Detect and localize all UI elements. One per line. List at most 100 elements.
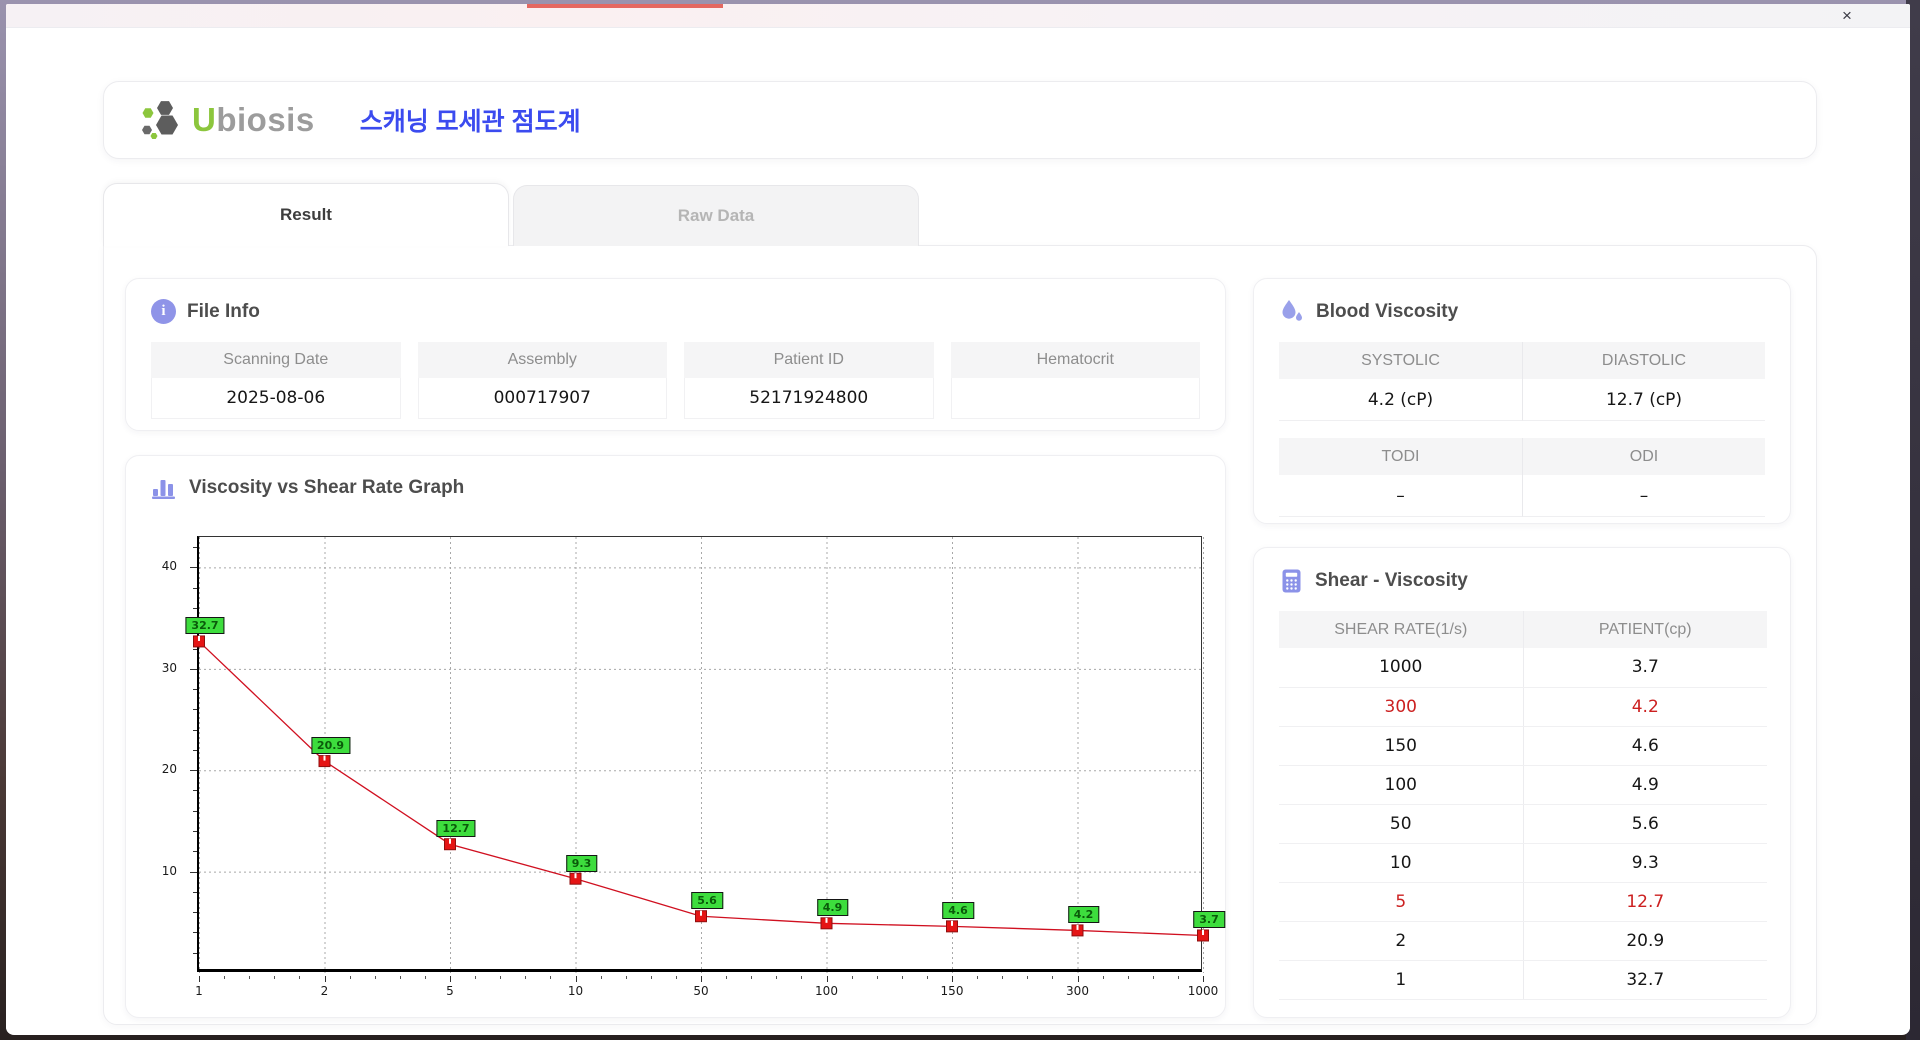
y-axis-tick-label: 20	[161, 762, 177, 777]
x-axis-minor-tick	[926, 976, 928, 979]
info-icon: i	[151, 299, 176, 324]
calculator-icon	[1282, 569, 1301, 593]
x-axis-major-tick	[826, 976, 828, 982]
patient-viscosity-cell: 12.7	[1522, 882, 1767, 922]
y-axis-minor-tick	[193, 607, 197, 609]
x-axis-tick-label: 50	[693, 984, 709, 998]
patient-viscosity-cell: 32.7	[1522, 960, 1767, 1000]
x-axis-major-tick	[324, 976, 326, 982]
table-row: 300 4.2	[1279, 687, 1767, 727]
x-axis-minor-tick	[901, 976, 903, 979]
x-axis-minor-tick	[1002, 976, 1004, 979]
app-window: × Ubiosis 스캐닝 모세관 점도계 Result Raw Data i …	[6, 4, 1910, 1035]
patient-viscosity-cell: 20.9	[1522, 921, 1767, 961]
x-axis-minor-tick	[977, 976, 979, 979]
x-axis-minor-tick	[399, 976, 401, 979]
x-axis-tick-label: 150	[940, 984, 964, 998]
shear-viscosity-title: Shear - Viscosity	[1315, 570, 1468, 591]
x-axis-minor-tick	[374, 976, 376, 979]
x-axis-minor-tick	[1177, 976, 1179, 979]
x-axis-minor-tick	[424, 976, 426, 979]
shear-rate-cell: 10	[1279, 843, 1523, 883]
table-column-header: PATIENT(cp)	[1522, 611, 1767, 648]
window-titlebar: ×	[6, 4, 1910, 28]
field-value	[950, 378, 1200, 419]
y-axis-minor-tick	[193, 932, 197, 934]
patient-viscosity-cell: 5.6	[1522, 804, 1767, 844]
x-axis-minor-tick	[675, 976, 677, 979]
file-info-field: Scanning Date 2025-08-06	[151, 342, 401, 419]
data-point-notch	[449, 838, 451, 844]
x-axis-minor-tick	[726, 976, 728, 979]
file-info-field: Patient ID 52171924800	[684, 342, 934, 419]
field-value: 2025-08-06	[151, 378, 401, 419]
x-axis-major-tick	[952, 976, 953, 982]
window-content: Ubiosis 스캐닝 모세관 점도계 Result Raw Data i Fil…	[6, 28, 1910, 1034]
table-row: 10 9.3	[1279, 843, 1767, 883]
chart-y-axis-labels: 10 20 30 40	[126, 536, 187, 972]
titlebar-accent	[527, 4, 723, 8]
x-axis-minor-tick	[1152, 976, 1154, 979]
y-axis-major-tick	[190, 567, 197, 569]
y-axis-tick-label: 40	[161, 559, 177, 574]
table-row: 2 20.9	[1279, 921, 1767, 961]
patient-viscosity-cell: 4.6	[1522, 726, 1767, 766]
data-point-notch	[951, 920, 953, 926]
data-point-label: 4.6	[942, 902, 974, 920]
y-axis-major-tick	[190, 668, 197, 670]
x-axis-minor-tick	[625, 976, 627, 979]
logo-hexagons-icon	[142, 101, 178, 139]
desktop-background: × Ubiosis 스캐닝 모세관 점도계 Result Raw Data i …	[0, 0, 1920, 1040]
data-point-label: 20.9	[310, 737, 351, 755]
data-point-notch	[323, 755, 326, 761]
y-axis-minor-tick	[193, 810, 197, 812]
x-axis-minor-tick	[776, 976, 778, 979]
file-info-card: i File Info Scanning Date 2025-08-06 Assem…	[125, 278, 1226, 431]
y-axis-major-tick	[190, 871, 197, 873]
y-axis-minor-tick	[193, 689, 197, 691]
tab-content-panel: i File Info Scanning Date 2025-08-06 Assem…	[103, 245, 1817, 1025]
shear-rate-cell: 100	[1279, 765, 1523, 805]
shear-rate-cell: 1000	[1279, 648, 1523, 688]
x-axis-minor-tick	[299, 976, 301, 979]
shear-rate-cell: 2	[1279, 921, 1523, 961]
x-axis-minor-tick	[500, 976, 502, 979]
data-point-label: 9.3	[565, 854, 598, 872]
x-axis-minor-tick	[851, 976, 853, 979]
x-axis-tick-label: 10	[567, 984, 584, 998]
table-row: 5 12.7	[1279, 882, 1767, 922]
y-axis-minor-tick	[193, 648, 197, 650]
blood-viscosity-group: SYSTOLIC DIASTOLIC 4.2 (cP) 12.7 (cP)	[1279, 342, 1765, 421]
data-point-label: 4.9	[816, 899, 849, 917]
x-axis-minor-tick	[650, 976, 652, 979]
data-point-label: 3.7	[1193, 911, 1225, 929]
shear-rate-cell: 300	[1279, 687, 1523, 727]
file-info-field: Assembly 000717907	[417, 342, 667, 419]
data-point-notch	[700, 910, 702, 916]
tab-result[interactable]: Result	[103, 183, 509, 246]
x-axis-minor-tick	[1027, 976, 1029, 979]
data-point-label: 4.2	[1067, 906, 1100, 924]
blood-viscosity-group: TODI ODI – –	[1279, 438, 1765, 517]
shear-rate-cell: 150	[1279, 726, 1523, 766]
y-axis-major-tick	[190, 770, 197, 772]
y-axis-minor-tick	[193, 790, 197, 792]
tab-bar: Result Raw Data	[103, 183, 919, 246]
data-point-notch	[825, 917, 828, 923]
data-point-label: 32.7	[185, 617, 225, 635]
patient-viscosity-cell: 9.3	[1522, 843, 1767, 883]
y-axis-minor-tick	[193, 831, 197, 833]
y-axis-minor-tick	[193, 952, 197, 954]
y-axis-minor-tick	[193, 709, 197, 711]
y-axis-minor-tick	[193, 547, 197, 549]
data-point-notch	[198, 635, 200, 641]
data-point-notch	[574, 873, 577, 879]
table-row: 1 32.7	[1279, 960, 1767, 1000]
close-button[interactable]: ×	[1836, 5, 1858, 27]
x-axis-major-tick	[575, 976, 577, 982]
x-axis-tick-label: 1000	[1187, 984, 1219, 998]
tab-raw-data[interactable]: Raw Data	[513, 185, 919, 246]
x-axis-minor-tick	[876, 976, 878, 979]
viscosity-chart: 10 20 30 40 32.7 20.9 12.7 9.3 5.6 4.9 4.6 4.2 3.7 1…	[126, 456, 1225, 1017]
x-axis-minor-tick	[475, 976, 477, 979]
